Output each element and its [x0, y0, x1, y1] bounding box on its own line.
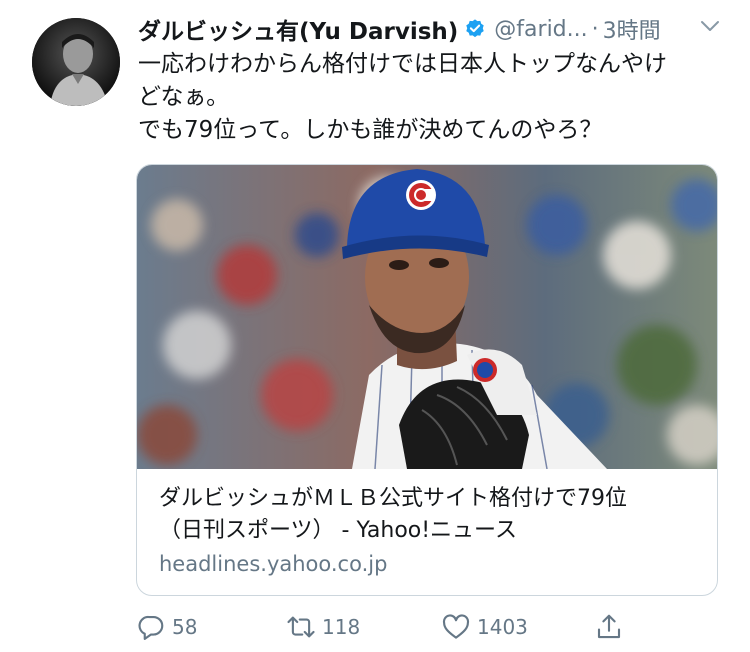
avatar[interactable]	[32, 18, 120, 106]
retweet-icon	[287, 616, 315, 638]
share-icon	[597, 614, 621, 639]
card-title-line2: （日刊スポーツ） - Yahoo!ニュース	[159, 518, 517, 543]
tweet-text-line: でも79位って。しかも誰が決めてんのやろ？	[138, 117, 603, 143]
reply-icon	[138, 615, 164, 640]
like-count: 1403	[477, 615, 528, 639]
author-name[interactable]: ダルビッシュ有(Yu Darvish)	[138, 12, 458, 46]
tweet-text-line: 一応わけわからん格付けでは日本人トップなんやけ	[138, 51, 667, 77]
separator-dot: ·	[591, 16, 599, 42]
like-button[interactable]: 1403	[441, 608, 528, 646]
reply-button[interactable]: 58	[136, 608, 197, 646]
chevron-down-icon[interactable]	[698, 14, 722, 38]
heart-icon	[442, 614, 470, 639]
tweet-text-line: どなぁ。	[138, 84, 230, 110]
link-card[interactable]: ダルビッシュがＭＬＢ公式サイト格付けで79位 （日刊スポーツ） - Yahoo!…	[136, 164, 718, 596]
author-handle[interactable]: @farid...	[494, 17, 587, 42]
retweet-count: 118	[322, 615, 361, 639]
card-url: headlines.yahoo.co.jp	[159, 552, 388, 576]
verified-badge-icon	[466, 19, 485, 38]
reply-count: 58	[172, 615, 198, 639]
tweet-timestamp[interactable]: 3時間	[603, 13, 661, 45]
tweet-actions: 58 118 1403	[136, 608, 636, 646]
tweet-header: ダルビッシュ有(Yu Darvish) @farid... · 3時間	[138, 12, 738, 46]
card-title: ダルビッシュがＭＬＢ公式サイト格付けで79位	[159, 486, 627, 511]
card-photo	[137, 165, 717, 469]
card-text: ダルビッシュがＭＬＢ公式サイト格付けで79位 （日刊スポーツ） - Yahoo!…	[159, 483, 704, 579]
tweet-text: 一応わけわからん格付けでは日本人トップなんやけ どなぁ。 でも79位って。しかも…	[138, 48, 728, 147]
share-button[interactable]	[594, 608, 624, 646]
avatar-photo	[32, 18, 120, 106]
retweet-button[interactable]: 118	[286, 608, 360, 646]
